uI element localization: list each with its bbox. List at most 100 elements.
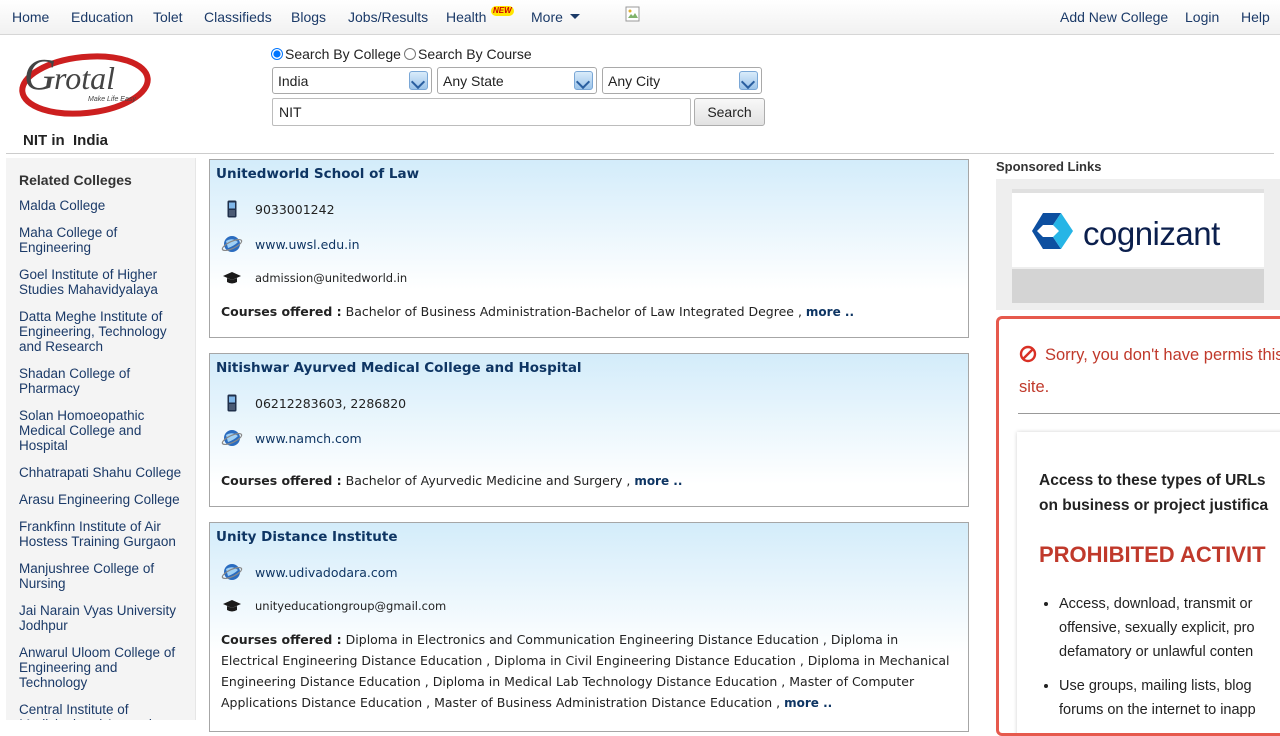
sidebar-item[interactable]: Jai Narain Vyas University Jodhpur (19, 603, 189, 633)
search-button[interactable]: Search (694, 98, 765, 126)
divider (6, 153, 1274, 154)
nav-add-new-college[interactable]: Add New College (1060, 9, 1168, 25)
prohibited-heading: PROHIBITED ACTIVIT (1039, 542, 1266, 567)
blocked-content-frame: Sorry, you don't have permis this site. … (996, 316, 1280, 736)
country-select[interactable]: India (272, 67, 432, 94)
college-card: Nitishwar Ayurved Medical College and Ho… (209, 353, 969, 507)
sidebar-item[interactable]: Goel Institute of Higher Studies Mahavid… (19, 267, 189, 297)
globe-icon (220, 427, 244, 449)
prohibited-icon (1019, 344, 1037, 373)
sponsored-links-title: Sponsored Links (996, 159, 1102, 174)
college-name-link[interactable]: Unity Distance Institute (216, 529, 397, 545)
search-input[interactable] (272, 98, 691, 126)
college-card: Unity Distance Institute www.udivadodara… (209, 522, 969, 732)
policy-panel: Access to these types of URLs on busines… (1017, 432, 1280, 733)
page-title: NIT in India (23, 132, 108, 149)
courses-offered: Courses offered : Bachelor of Ayurvedic … (221, 470, 956, 492)
courses-label: Courses offered : (221, 473, 342, 488)
chevron-down-icon (569, 14, 580, 19)
grotal-logo[interactable]: G rotal Make Life Easy (18, 47, 153, 119)
sidebar-item[interactable]: Shadan College of Pharmacy (19, 366, 189, 396)
radio-college-label: Search By College (285, 46, 401, 62)
radio-course-label: Search By Course (418, 46, 532, 62)
college-name-link[interactable]: Nitishwar Ayurved Medical College and Ho… (216, 360, 582, 376)
sidebar-title: Related Colleges (19, 172, 132, 188)
nav-jobs-results[interactable]: Jobs/Results (348, 9, 428, 25)
city-select[interactable]: Any City (602, 67, 762, 94)
svg-text:G: G (24, 50, 56, 99)
sidebar-item[interactable]: Malda College (19, 198, 189, 213)
nav-login[interactable]: Login (1185, 9, 1219, 25)
sidebar-item[interactable]: Chhatrapati Shahu College (19, 465, 189, 480)
sidebar-item[interactable]: Frankfinn Institute of Air Hostess Train… (19, 519, 189, 549)
chevron-down-icon (739, 71, 758, 90)
nav-home[interactable]: Home (12, 9, 49, 25)
top-nav: Home Education Tolet Classifieds Blogs J… (0, 0, 1280, 35)
email-row: unityeducationgroup@gmail.com (220, 594, 446, 618)
courses-list: Bachelor of Business Administration-Bach… (345, 304, 802, 319)
state-value: Any State (443, 73, 504, 89)
access-denied-text: Sorry, you don't have permis this site. (1019, 346, 1280, 396)
prohibited-item: Use groups, mailing lists, blog forums o… (1059, 674, 1280, 722)
phone-row: 9033001242 (220, 197, 335, 221)
nav-more-label: More (531, 9, 563, 25)
nav-help[interactable]: Help (1241, 9, 1270, 25)
website-link[interactable]: www.namch.com (255, 431, 362, 446)
courses-list: Bachelor of Ayurvedic Medicine and Surge… (345, 473, 631, 488)
courses-label: Courses offered : (221, 632, 342, 647)
graduation-cap-icon (220, 595, 244, 617)
sponsored-ad[interactable]: cognizant (996, 179, 1280, 310)
nav-health[interactable]: Health (446, 9, 486, 25)
logo-brand-text: rotal (54, 60, 115, 96)
email-row: admission@unitedworld.in (220, 266, 407, 290)
sidebar-item[interactable]: Central Institute of Medicinal and Aroma… (19, 702, 189, 720)
nav-tolet[interactable]: Tolet (153, 9, 183, 25)
sidebar-item[interactable]: Datta Meghe Institute of Engineering, Te… (19, 309, 189, 354)
nav-blogs[interactable]: Blogs (291, 9, 326, 25)
nav-more[interactable]: More (531, 9, 580, 25)
state-select[interactable]: Any State (437, 67, 597, 94)
nav-education[interactable]: Education (71, 9, 133, 25)
globe-icon (220, 561, 244, 583)
prohibited-item: Access, download, transmit or offensive,… (1059, 592, 1280, 664)
sidebar-item[interactable]: Arasu Engineering College (19, 492, 189, 507)
ad-footer (1012, 269, 1264, 303)
country-value: India (278, 73, 309, 89)
college-card: Unitedworld School of Law 9033001242 www… (209, 159, 969, 338)
ad-brand-text: cognizant (1083, 215, 1220, 252)
mobile-phone-icon (220, 198, 244, 220)
sidebar-item[interactable]: Anwarul Uloom College of Engineering and… (19, 645, 189, 690)
related-colleges-sidebar: Related Colleges Malda College Maha Coll… (6, 158, 196, 720)
radio-search-by-college[interactable]: Search By College (271, 46, 401, 62)
logo-tagline: Make Life Easy (88, 96, 136, 103)
ad-banner[interactable]: cognizant (1012, 189, 1264, 267)
graduation-cap-icon (220, 267, 244, 289)
mobile-phone-icon (220, 392, 244, 414)
policy-access-text: Access to these types of URLs on busines… (1039, 472, 1269, 514)
divider (1018, 413, 1280, 414)
more-courses-link[interactable]: more .. (784, 696, 832, 710)
website-link[interactable]: www.udivadodara.com (255, 565, 398, 580)
sidebar-item[interactable]: Manjushree College of Nursing (19, 561, 189, 591)
chevron-down-icon (574, 71, 593, 90)
courses-offered: Courses offered : Diploma in Electronics… (221, 629, 956, 714)
more-courses-link[interactable]: more .. (806, 305, 854, 319)
website-row: www.namch.com (220, 426, 362, 450)
prohibited-list: Access, download, transmit or offensive,… (1039, 592, 1280, 732)
related-colleges-list: Malda College Maha College of Engineerin… (19, 198, 189, 720)
nav-classifieds[interactable]: Classifieds (204, 9, 272, 25)
sidebar-item[interactable]: Maha College of Engineering (19, 225, 189, 255)
globe-icon (220, 233, 244, 255)
website-row: www.uwsl.edu.in (220, 232, 360, 256)
courses-label: Courses offered : (221, 304, 342, 319)
phone-row: 06212283603, 2286820 (220, 391, 406, 415)
cognizant-logo-icon (1031, 211, 1077, 256)
website-link[interactable]: www.uwsl.edu.in (255, 237, 360, 252)
phone-number: 9033001242 (255, 201, 335, 217)
city-value: Any City (608, 73, 661, 89)
radio-search-by-course[interactable]: Search By Course (404, 46, 532, 62)
more-courses-link[interactable]: more .. (634, 474, 682, 488)
sidebar-item[interactable]: Solan Homoeopathic Medical College and H… (19, 408, 189, 453)
phone-number: 06212283603, 2286820 (255, 395, 407, 411)
college-name-link[interactable]: Unitedworld School of Law (216, 166, 419, 182)
